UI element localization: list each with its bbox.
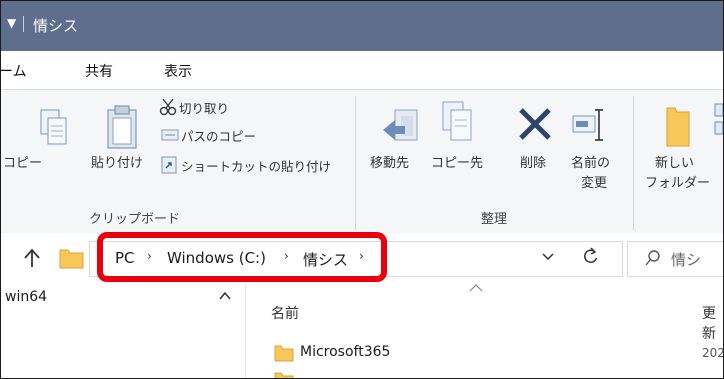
- folder-icon: [274, 372, 294, 378]
- paste-shortcut-icon: [161, 156, 177, 174]
- title-separator: [23, 16, 24, 32]
- cut-button[interactable]: 切り取り: [179, 98, 229, 117]
- copy-to-button[interactable]: コピー先: [431, 152, 483, 171]
- tab-home[interactable]: ーム: [1, 61, 27, 81]
- copy-button-label[interactable]: コピー: [3, 152, 42, 171]
- ribbon-tabs: ーム 共有 表示: [1, 51, 723, 89]
- refresh-icon[interactable]: [583, 247, 599, 265]
- file-list: 名前 更新 Microsoft365 202: [246, 283, 724, 378]
- delete-button[interactable]: 削除: [520, 152, 546, 171]
- path-highlight-annotation: [97, 232, 387, 282]
- clipboard-group-label: クリップボード: [89, 212, 181, 227]
- new-item-icon: [714, 103, 723, 135]
- navigation-pane: win64: [1, 283, 246, 378]
- file-row-name[interactable]: Microsoft365: [300, 344, 390, 360]
- rename-button-line2[interactable]: 変更: [581, 172, 607, 191]
- scissors-icon: [159, 98, 177, 116]
- search-placeholder: 情シ: [671, 251, 702, 269]
- ribbon-separator: [633, 96, 634, 230]
- explorer-window: ▼ 情シス ーム 共有 表示 コピー 貼り付け 切り取り パスのコピー ショート…: [0, 0, 724, 379]
- ribbon-panel: コピー 貼り付け 切り取り パスのコピー ショートカットの貼り付け クリップボー…: [1, 89, 723, 235]
- search-icon: [645, 250, 660, 266]
- tab-view[interactable]: 表示: [164, 61, 192, 81]
- rename-button-line1[interactable]: 名前の: [571, 152, 610, 171]
- copy-path-button[interactable]: パスのコピー: [181, 126, 256, 145]
- up-arrow-icon[interactable]: [23, 247, 41, 269]
- quick-access-dropdown-icon[interactable]: ▼: [7, 16, 16, 30]
- copy-to-icon: [442, 101, 472, 141]
- nav-item[interactable]: win64: [5, 289, 47, 305]
- new-folder-button-line1[interactable]: 新しい: [655, 152, 694, 171]
- file-row-date: 202: [702, 346, 724, 360]
- copy-path-icon: [161, 129, 179, 141]
- paste-button[interactable]: 貼り付け: [91, 152, 143, 171]
- tab-share[interactable]: 共有: [85, 61, 113, 81]
- column-header-date[interactable]: 更新: [702, 303, 723, 343]
- sort-indicator-icon: [469, 284, 483, 292]
- paste-shortcut-button[interactable]: ショートカットの貼り付け: [181, 156, 331, 175]
- new-folder-button-line2[interactable]: フォルダー: [645, 172, 710, 191]
- copy-icon: [40, 109, 67, 145]
- delete-icon: [519, 108, 551, 140]
- folder-icon: [59, 249, 84, 269]
- move-to-icon: [383, 109, 418, 141]
- organize-group-label: 整理: [481, 212, 508, 227]
- column-header-name[interactable]: 名前: [271, 303, 299, 323]
- history-dropdown-icon[interactable]: [541, 251, 555, 263]
- title-bar: ▼ 情シス: [1, 1, 723, 51]
- move-to-button[interactable]: 移動先: [370, 152, 409, 171]
- window-title: 情シス: [33, 17, 79, 35]
- scroll-up-icon[interactable]: [219, 291, 231, 301]
- new-folder-icon: [666, 107, 690, 147]
- folder-icon: [274, 345, 294, 362]
- rename-icon: [572, 109, 603, 141]
- ribbon-separator: [355, 96, 356, 230]
- paste-icon: [107, 105, 137, 149]
